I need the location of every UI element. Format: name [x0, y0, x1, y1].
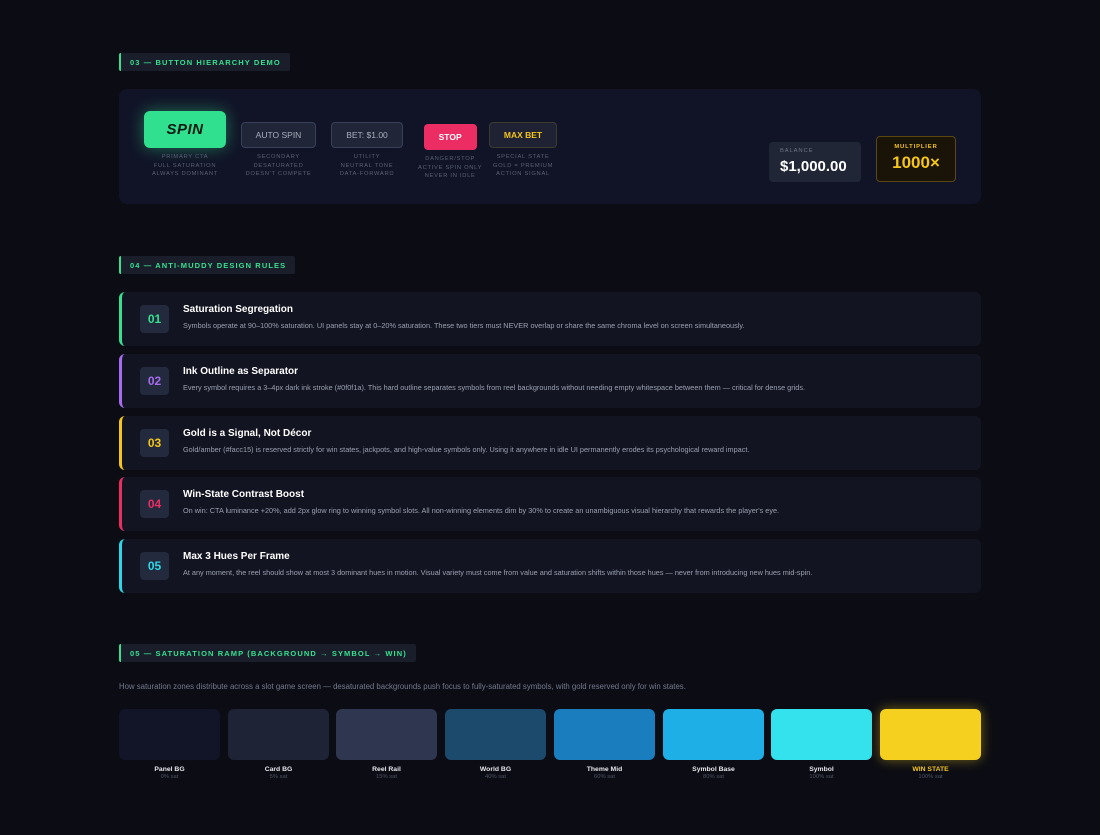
rule-description: At any moment, the reel should show at m… [183, 568, 813, 577]
button-hierarchy-panel: SPIN PRIMARY CTA FULL SATURATION ALWAYS DO… [119, 89, 981, 204]
swatch-name: Symbol Base [692, 766, 735, 773]
swatch-saturation: 15% sat [376, 774, 397, 780]
rule-number: 02 [140, 367, 169, 395]
swatch-world-bg: World BG 40% sat [445, 709, 546, 780]
rule-title: Ink Outline as Separator [183, 366, 299, 377]
section-label-buttons: 03 — BUTTON HIERARCHY DEMO [119, 53, 290, 71]
auto-spin-button[interactable]: AUTO SPIN [241, 122, 316, 148]
max-bet-group: MAX BET SPECIAL STATE GOLD = PREMIUM ACTIO… [489, 122, 557, 179]
rule-card: 03 Gold is a Signal, Not Décor Gold/ambe… [119, 416, 981, 470]
rule-description: Symbols operate at 90–100% saturation. U… [183, 321, 745, 330]
swatch-saturation: 40% sat [485, 774, 506, 780]
swatch-symbol-base: Symbol Base 80% sat [663, 709, 764, 780]
max-bet-caption: SPECIAL STATE GOLD = PREMIUM ACTION SIGNAL [492, 154, 554, 178]
color-swatch [554, 709, 655, 760]
max-bet-button[interactable]: MAX BET [489, 122, 557, 148]
stop-button[interactable]: STOP [423, 124, 477, 150]
multiplier-value: 1000× [892, 153, 940, 172]
rule-card: 01 Saturation Segregation Symbols operat… [119, 292, 981, 346]
bet-button[interactable]: BET: $1.00 [331, 122, 403, 148]
balance-value: $1,000.00 [780, 158, 847, 175]
balance-display: BALANCE $1,000.00 [769, 142, 861, 182]
rule-title: Max 3 Hues Per Frame [183, 551, 290, 562]
section-label-ramp: 05 — SATURATION RAMP (BACKGROUND → SYMBO… [119, 644, 416, 662]
bet-group: BET: $1.00 UTILITY NEUTRAL TONE DATA-FORWA… [331, 122, 403, 179]
multiplier-display: MULTIPLIER 1000× [876, 136, 956, 182]
color-swatch [228, 709, 329, 760]
swatch-name: World BG [479, 766, 512, 773]
swatch-saturation: 100% sat [918, 774, 943, 780]
swatch-name: Card BG [264, 766, 293, 773]
swatch-win-state: WIN STATE 100% sat [880, 709, 981, 780]
swatch-reel-rail: Reel Rail 15% sat [336, 709, 437, 780]
ramp-description: How saturation zones distribute across a… [119, 682, 686, 691]
swatch-name: Reel Rail [372, 766, 401, 773]
rule-title: Win-State Contrast Boost [183, 489, 305, 500]
rule-number: 01 [140, 305, 169, 333]
rule-description: On win: CTA luminance +20%, add 2px glow… [183, 506, 780, 515]
rule-number: 04 [140, 490, 169, 518]
rule-title: Saturation Segregation [183, 304, 294, 315]
auto-spin-group: AUTO SPIN SECONDARY DESATURATED DOESN'T CO… [241, 122, 316, 179]
rule-number: 03 [140, 429, 169, 457]
swatch-symbol: Symbol 100% sat [771, 709, 872, 780]
color-swatch [336, 709, 437, 760]
swatch-panel-bg: Panel BG 0% sat [119, 709, 220, 780]
rule-card: 05 Max 3 Hues Per Frame At any moment, t… [119, 539, 981, 593]
auto-spin-caption: SECONDARY DESATURATED DOESN'T COMPETE [245, 154, 312, 178]
swatch-saturation: 0% sat [160, 774, 179, 780]
bet-caption: UTILITY NEUTRAL TONE DATA-FORWARD [339, 154, 395, 178]
spin-group: SPIN PRIMARY CTA FULL SATURATION ALWAYS DO… [144, 111, 226, 179]
color-swatch [663, 709, 764, 760]
swatch-saturation: 100% sat [809, 774, 834, 780]
swatch-name: Theme Mid [586, 766, 623, 773]
rule-card: 02 Ink Outline as Separator Every symbol… [119, 354, 981, 408]
color-swatch [119, 709, 220, 760]
swatch-saturation: 60% sat [594, 774, 615, 780]
rule-description: Every symbol requires a 3–4px dark ink s… [183, 383, 806, 392]
color-swatch [880, 709, 981, 760]
swatch-saturation: 5% sat [269, 774, 288, 780]
color-swatch [771, 709, 872, 760]
spin-caption: PRIMARY CTA FULL SATURATION ALWAYS DOMINAN… [151, 154, 219, 178]
swatch-name: Symbol [809, 766, 834, 773]
multiplier-label: MULTIPLIER [894, 144, 938, 150]
spin-button[interactable]: SPIN [144, 111, 226, 148]
swatch-name: Panel BG [154, 766, 185, 773]
stop-caption: DANGER/STOP ACTIVE SPIN ONLY NEVER IN IDLE [418, 156, 483, 180]
rule-title: Gold is a Signal, Not Décor [183, 428, 312, 439]
balance-label: BALANCE [780, 148, 814, 154]
swatch-saturation: 80% sat [703, 774, 724, 780]
color-swatch [445, 709, 546, 760]
stop-group: STOP DANGER/STOP ACTIVE SPIN ONLY NEVER IN… [418, 124, 482, 181]
swatch-name: WIN STATE [912, 766, 949, 773]
swatch-card-bg: Card BG 5% sat [228, 709, 329, 780]
swatch-theme-mid: Theme Mid 60% sat [554, 709, 655, 780]
section-label-rules: 04 — ANTI-MUDDY DESIGN RULES [119, 256, 296, 274]
rule-card: 04 Win-State Contrast Boost On win: CTA … [119, 477, 981, 531]
rule-description: Gold/amber (#facc15) is reserved strictl… [183, 445, 750, 454]
rule-number: 05 [140, 552, 169, 580]
